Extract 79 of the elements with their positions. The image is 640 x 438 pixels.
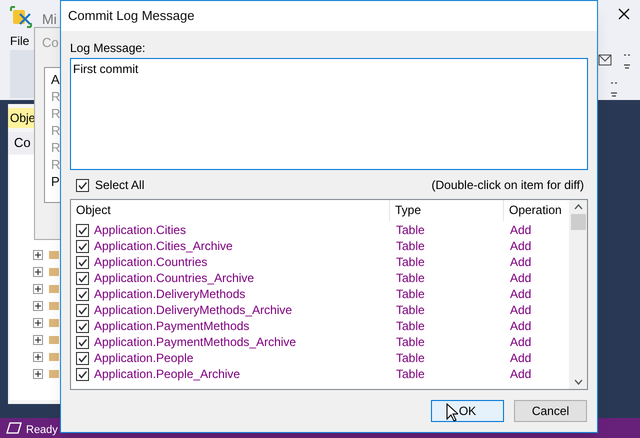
expand-icon[interactable] bbox=[33, 301, 43, 311]
log-message-label: Log Message: bbox=[70, 41, 146, 55]
ok-button[interactable]: OK bbox=[431, 400, 504, 422]
table-cell-text: Table bbox=[395, 366, 426, 383]
select-all-checkbox[interactable] bbox=[76, 178, 89, 192]
table-cell-text: Application.People_Archive bbox=[94, 366, 240, 383]
table-cell-text: Table bbox=[395, 350, 426, 367]
table-cell-text: Application.DeliveryMethods bbox=[94, 286, 246, 303]
dialog-title: Co bbox=[42, 34, 59, 52]
list-item: R bbox=[51, 88, 60, 105]
row-checkbox[interactable] bbox=[76, 224, 89, 236]
panel-tab[interactable]: Obje bbox=[8, 108, 34, 128]
table-cell-text: Application.People bbox=[94, 350, 194, 367]
table-cell-text: Table bbox=[395, 302, 426, 319]
row-checkbox[interactable] bbox=[76, 288, 89, 300]
row-checkbox[interactable] bbox=[76, 304, 89, 316]
row-checkbox[interactable] bbox=[76, 320, 89, 332]
status-icon bbox=[6, 421, 22, 435]
table-cell-text: Add bbox=[509, 302, 532, 319]
list-item: P bbox=[51, 173, 60, 190]
list-item: R bbox=[51, 105, 60, 122]
menu-item[interactable]: File bbox=[10, 32, 30, 50]
column-header[interactable]: Type bbox=[389, 200, 503, 221]
table-cell-text: Add bbox=[509, 238, 532, 255]
expand-icon[interactable] bbox=[33, 267, 43, 277]
table-cell-text: Table bbox=[395, 318, 426, 335]
table-cell-text: Application.PaymentMethods bbox=[94, 318, 250, 335]
table-cell-text: Add bbox=[509, 270, 532, 287]
list-item: R bbox=[51, 139, 60, 156]
table-cell-text: Table bbox=[395, 238, 426, 255]
table-cell-text: Table bbox=[395, 286, 426, 303]
app-title: Mi bbox=[42, 10, 57, 29]
expand-icon[interactable] bbox=[33, 335, 43, 345]
table-cell-text: Application.Countries_Archive bbox=[94, 270, 254, 287]
row-checkbox[interactable] bbox=[76, 240, 89, 252]
table-cell-text: Add bbox=[509, 222, 532, 239]
table-cell-text: Add bbox=[509, 254, 532, 271]
select-all-label[interactable]: Select All bbox=[95, 176, 144, 194]
row-checkbox[interactable] bbox=[76, 352, 89, 364]
scroll-up-icon[interactable] bbox=[574, 204, 582, 210]
table-cell-text: Table bbox=[395, 222, 426, 239]
table-cell-text: Add bbox=[509, 350, 532, 367]
table-cell-text: Application.PaymentMethods_Archive bbox=[94, 334, 296, 351]
table-cell-text: Add bbox=[509, 366, 532, 383]
envelope-icon[interactable] bbox=[598, 54, 612, 66]
table-cell-text: Application.Cities_Archive bbox=[94, 238, 233, 255]
table-cell-text: Application.DeliveryMethods_Archive bbox=[94, 302, 292, 319]
expand-icon[interactable] bbox=[33, 284, 43, 294]
row-checkbox[interactable] bbox=[76, 272, 89, 284]
table-cell-text: Table bbox=[395, 334, 426, 351]
table-cell-text: Add bbox=[509, 318, 532, 335]
table-cell-text: Application.Countries bbox=[94, 254, 208, 271]
log-message-field[interactable]: First commit bbox=[70, 58, 588, 170]
table-cell-text: Add bbox=[509, 334, 532, 351]
expand-icon[interactable] bbox=[33, 318, 43, 328]
table-cell-text: Table bbox=[395, 270, 426, 287]
expand-icon[interactable] bbox=[33, 352, 43, 362]
list-item: R bbox=[51, 156, 60, 173]
hint-text: (Double-click on item for diff) bbox=[432, 177, 584, 194]
close-icon[interactable] bbox=[618, 8, 630, 20]
table-cell-text: Application.Cities bbox=[94, 222, 186, 239]
column-header[interactable]: Object bbox=[71, 200, 389, 221]
expand-icon[interactable] bbox=[33, 250, 43, 260]
mouse-cursor-icon bbox=[446, 403, 458, 422]
row-checkbox[interactable] bbox=[76, 256, 89, 268]
list-item: A bbox=[51, 71, 60, 88]
expand-icon[interactable] bbox=[33, 369, 43, 379]
scroll-down-icon[interactable] bbox=[574, 379, 582, 385]
table-cell-text: Table bbox=[395, 254, 426, 271]
cancel-button[interactable]: Cancel bbox=[514, 400, 587, 422]
app-icon bbox=[10, 6, 32, 28]
scrollbar[interactable] bbox=[569, 200, 587, 389]
dialog-title: Commit Log Message bbox=[68, 7, 194, 26]
row-checkbox[interactable] bbox=[76, 368, 89, 380]
row-checkbox[interactable] bbox=[76, 336, 89, 348]
list-item: R bbox=[51, 122, 60, 139]
status-text: Ready bbox=[26, 423, 58, 438]
table-cell-text: Add bbox=[509, 286, 532, 303]
scroll-thumb[interactable] bbox=[570, 214, 586, 230]
